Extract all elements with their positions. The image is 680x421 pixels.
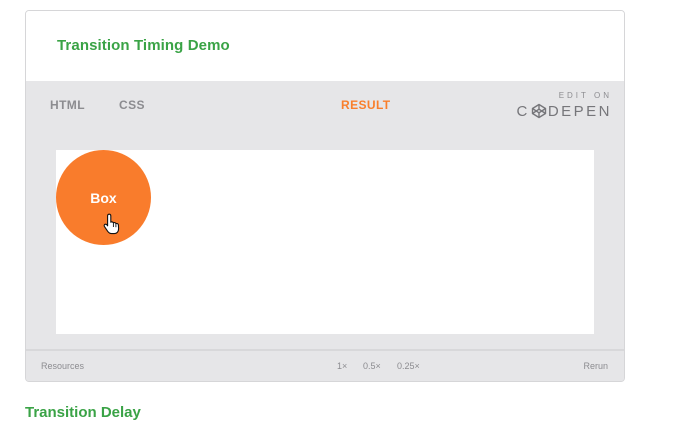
codepen-cube-icon bbox=[531, 103, 547, 119]
card-header: Transition Timing Demo bbox=[26, 11, 624, 81]
tab-html[interactable]: HTML bbox=[50, 98, 85, 112]
card-title: Transition Timing Demo bbox=[57, 37, 230, 54]
resources-button[interactable]: Resources bbox=[41, 361, 84, 371]
tab-css[interactable]: CSS bbox=[119, 98, 145, 112]
result-frame: Box bbox=[56, 150, 594, 334]
speed-1x-button[interactable]: 1× bbox=[337, 361, 347, 371]
box-label: Box bbox=[90, 189, 117, 206]
edit-on-codepen-link[interactable]: EDIT ON C DEPEN bbox=[512, 91, 612, 121]
tab-result[interactable]: RESULT bbox=[341, 98, 391, 112]
edit-on-label: EDIT ON bbox=[558, 91, 612, 100]
hand-pointer-icon bbox=[103, 213, 120, 235]
speed-025x-button[interactable]: 0.25× bbox=[397, 361, 420, 371]
speed-05x-button[interactable]: 0.5× bbox=[363, 361, 381, 371]
rerun-button[interactable]: Rerun bbox=[583, 361, 608, 371]
codepen-embed-card: Transition Timing Demo HTML CSS RESULT E… bbox=[25, 10, 625, 382]
codepen-logo-right: DEPEN bbox=[547, 102, 612, 120]
next-section-heading: Transition Delay bbox=[25, 404, 141, 421]
embed-footer: Resources 1× 0.5× 0.25× Rerun bbox=[26, 349, 624, 381]
embed-tab-bar: HTML CSS RESULT EDIT ON C DEPEN bbox=[26, 81, 624, 131]
codepen-embed: HTML CSS RESULT EDIT ON C DEPEN Box Reso… bbox=[26, 81, 624, 381]
codepen-logo: C DEPEN bbox=[516, 102, 612, 120]
codepen-logo-left: C bbox=[516, 102, 530, 120]
